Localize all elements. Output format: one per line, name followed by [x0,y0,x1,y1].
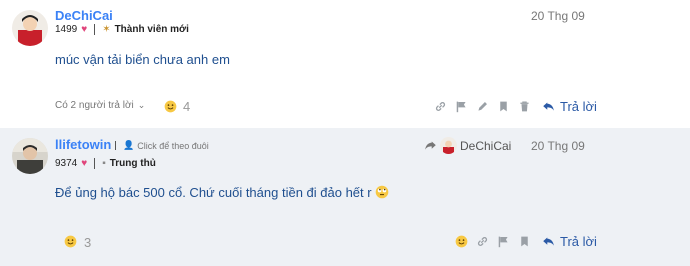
user-badge: Thành viên mới [114,24,189,35]
trash-icon [520,101,529,112]
heart-icon: ♥ [81,158,88,169]
chevron-down-icon: ⌄ [137,100,146,110]
post-text: múc vận tải biển chưa anh em [55,52,230,67]
post-text-content: Để ủng hộ bác 500 cổ. Chứ cuối tháng tiề… [55,185,372,200]
link-icon [435,102,446,111]
post-date[interactable]: 20 Thg 09 [531,9,585,23]
replies-toggle-label: Có 2 người trả lời [55,100,134,111]
smile-emoji-icon [455,235,468,248]
reply-button[interactable]: Trả lời [542,234,597,249]
username[interactable]: llifetowin [55,137,111,152]
delete-button[interactable] [518,100,531,113]
username[interactable]: DeChiCai [55,8,113,23]
link-icon [477,237,488,246]
bookmark-button[interactable] [497,100,510,113]
follow-hint-label: Click để theo đuôi [137,140,209,151]
copy-link-button[interactable] [434,100,447,113]
divider [115,141,116,150]
avatar[interactable] [12,138,48,174]
reply-to-indicator[interactable]: DeChiCai [424,137,511,154]
divider [94,158,96,169]
share-arrow-icon [425,141,436,150]
edit-button[interactable] [476,100,489,113]
copy-link-button[interactable] [476,235,489,248]
badge-icon: ▪ [102,158,106,169]
reply-to-avatar [440,137,457,154]
user-badge: Trung thủ [109,158,156,169]
reply-arrow-icon [543,102,554,111]
add-reaction-button[interactable] [455,235,468,248]
user-meta: 9374 ♥ ▪ Trung thủ [55,158,156,169]
smile-emoji-icon [64,235,77,248]
post-1: DeChiCai 1499 ♥ ✶ Thành viên mới 20 Thg … [0,0,690,129]
post-date[interactable]: 20 Thg 09 [531,139,585,153]
post-2: llifetowin 👤 Click để theo đuôi 9374 ♥ ▪… [0,128,690,266]
reaction-button[interactable] [64,235,77,248]
likes-count: 1499 [55,24,78,35]
reply-button[interactable]: Trả lời [542,99,597,114]
heart-icon: ♥ [81,24,88,35]
user-meta: 1499 ♥ ✶ Thành viên mới [55,24,189,35]
reply-label: Trả lời [560,234,597,249]
badge-icon: ✶ [102,24,111,35]
flag-icon [498,236,508,248]
bookmark-icon [521,236,528,247]
reaction-button[interactable] [164,100,177,113]
reply-to-username: DeChiCai [460,138,512,153]
flag-button[interactable] [455,100,468,113]
likes-count: 9374 [55,158,78,169]
rolling-eyes-emoji-icon [375,185,389,199]
pencil-icon [478,102,487,111]
reply-label: Trả lời [560,99,597,114]
flag-button[interactable] [497,235,510,248]
flag-icon [456,101,466,113]
reaction-count: 3 [84,235,92,250]
replies-toggle-button[interactable]: Có 2 người trả lời ⌄ [55,100,145,111]
post-text: Để ủng hộ bác 500 cổ. Chứ cuối tháng tiề… [55,185,389,200]
divider [94,24,96,35]
user-plus-icon: 👤 [123,140,135,150]
avatar[interactable] [12,10,48,46]
reply-arrow-icon [543,237,554,246]
follow-hint[interactable]: 👤 Click để theo đuôi [115,140,209,151]
bookmark-icon [500,101,507,112]
reaction-count: 4 [183,99,191,114]
smile-emoji-icon [164,100,177,113]
bookmark-button[interactable] [518,235,531,248]
